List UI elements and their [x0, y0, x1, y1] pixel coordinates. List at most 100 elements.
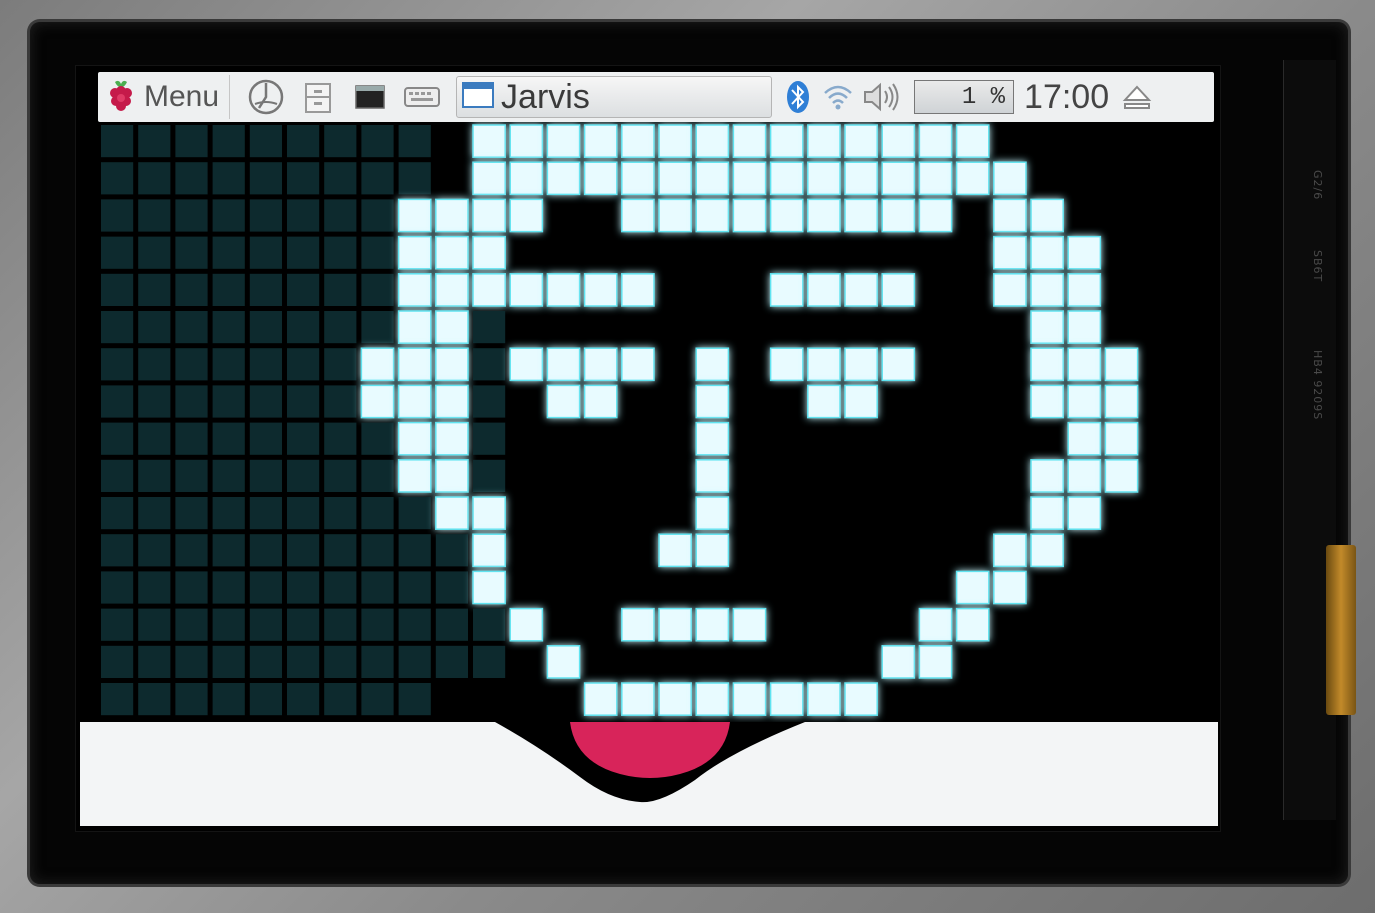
pixel-on — [621, 347, 655, 382]
pixel-off — [361, 311, 394, 344]
menu-label: Menu — [144, 80, 220, 113]
pixel-on — [993, 198, 1027, 233]
pixel-on — [695, 124, 730, 158]
pixel-off — [324, 348, 357, 381]
web-browser-icon[interactable] — [244, 75, 288, 119]
pixel-on — [435, 496, 469, 530]
pixel-off — [101, 645, 134, 678]
pixel-off — [138, 497, 171, 530]
clock[interactable]: 17:00 — [1024, 78, 1109, 117]
pixel-on — [993, 273, 1027, 307]
bottom-panel — [80, 722, 1218, 826]
pixel-off — [287, 571, 320, 604]
pixel-on — [472, 570, 506, 605]
pixel-off — [249, 422, 282, 455]
pixel-on — [769, 124, 804, 158]
pixel-off — [175, 608, 208, 641]
pixel-off — [361, 497, 394, 530]
pixel-on — [807, 384, 841, 419]
pixel-on — [1067, 421, 1102, 456]
pixel-off — [212, 385, 245, 418]
pixel-off — [175, 534, 208, 567]
pixel-on — [1067, 347, 1102, 382]
pixel-off — [361, 459, 394, 492]
pixel-on — [844, 198, 878, 233]
raspberry-pi-icon — [106, 78, 136, 116]
pixel-on — [695, 161, 730, 196]
pixel-on — [546, 645, 581, 679]
pixel-off — [361, 683, 394, 716]
pixel-on — [695, 682, 730, 716]
wifi-icon[interactable] — [820, 75, 856, 119]
pixel-on — [621, 682, 655, 716]
pixel-on — [695, 459, 730, 493]
pixel-on — [658, 607, 692, 642]
pixel-off — [435, 608, 468, 641]
pixel-on — [695, 533, 730, 568]
pixel-off — [249, 608, 282, 641]
pixel-off — [249, 162, 282, 195]
terminal-icon[interactable] — [348, 75, 392, 119]
pixel-on — [1030, 533, 1064, 568]
pixel-off — [212, 273, 245, 306]
pixel-off — [324, 236, 357, 269]
pixel-off — [361, 571, 394, 604]
pixel-on — [397, 235, 432, 270]
pixel-off — [175, 199, 208, 232]
pixel-off — [101, 534, 134, 567]
pixel-on — [732, 161, 767, 196]
pixel-on — [1030, 384, 1064, 419]
pixel-off — [101, 199, 134, 232]
pixel-on — [993, 570, 1027, 605]
pixel-off — [249, 385, 282, 418]
pixel-off — [324, 422, 357, 455]
keyboard-icon[interactable] — [400, 75, 444, 119]
pixel-off — [324, 497, 357, 530]
pixel-on — [435, 310, 469, 344]
pixel-on — [807, 347, 841, 382]
volume-icon[interactable] — [860, 75, 904, 119]
pixel-off — [324, 571, 357, 604]
pixel-off — [398, 608, 431, 641]
pixel-off — [101, 273, 134, 306]
file-manager-icon[interactable] — [296, 75, 340, 119]
pixel-off — [175, 348, 208, 381]
pixel-off — [361, 608, 394, 641]
pixel-off — [324, 385, 357, 418]
pixel-off — [324, 199, 357, 232]
pixel-on — [844, 124, 878, 158]
pixel-off — [361, 422, 394, 455]
pixel-off — [138, 311, 171, 344]
pixel-on — [881, 161, 916, 196]
pixel-off — [324, 273, 357, 306]
pixel-on — [732, 607, 767, 642]
pixel-off — [473, 459, 506, 492]
task-jarvis[interactable]: Jarvis — [456, 76, 773, 118]
pixel-on — [993, 235, 1027, 270]
cpu-monitor[interactable]: 1 % — [914, 80, 1015, 114]
pixel-off — [249, 125, 282, 158]
eject-icon[interactable] — [1119, 75, 1155, 119]
pixel-off — [361, 199, 394, 232]
pixel-off — [361, 125, 394, 158]
pixel-on — [435, 198, 469, 233]
pixel-off — [138, 162, 171, 195]
pixel-on — [435, 347, 469, 382]
pixel-off — [249, 497, 282, 530]
pixel-on — [695, 607, 730, 642]
pixel-on — [695, 198, 730, 233]
pixel-off — [101, 608, 134, 641]
pixel-off — [212, 348, 245, 381]
pixel-off — [212, 497, 245, 530]
pixel-on — [509, 273, 544, 307]
pixel-on — [732, 682, 767, 716]
pixel-off — [324, 534, 357, 567]
pixel-on — [546, 273, 581, 307]
pixel-off — [175, 162, 208, 195]
menu-button[interactable]: Menu — [98, 75, 231, 119]
pixel-off — [101, 236, 134, 269]
pixel-on — [1067, 310, 1102, 344]
pixel-on — [658, 124, 692, 158]
pcb-label: SB6T — [1311, 250, 1324, 283]
bluetooth-icon[interactable] — [780, 75, 816, 119]
